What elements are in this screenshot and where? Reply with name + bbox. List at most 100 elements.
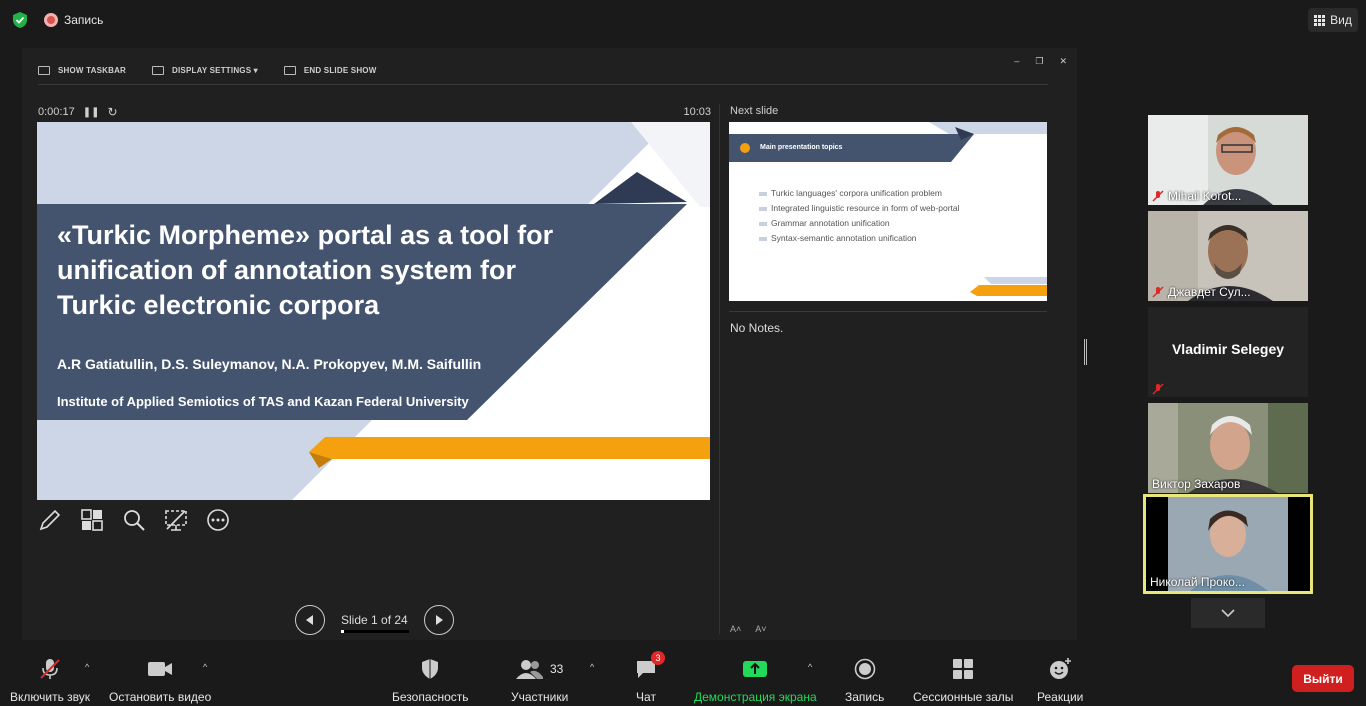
black-screen-icon[interactable]: [164, 508, 188, 532]
end-slide-show-button[interactable]: END SLIDE SHOW: [283, 66, 377, 75]
chat-unread-badge: 3: [651, 651, 665, 665]
restore-icon[interactable]: ❐: [1035, 56, 1043, 67]
slide-counter-text: Slide 1 of 24: [341, 613, 408, 627]
reset-timer-icon[interactable]: ↻: [107, 105, 117, 119]
elapsed-time: 0:00:17: [38, 106, 75, 118]
share-options-caret-icon[interactable]: ^: [808, 662, 812, 672]
stop-video-button[interactable]: Остановить видео: [109, 656, 211, 704]
security-button[interactable]: Безопасность: [392, 656, 469, 704]
unmute-label: Включить звук: [10, 690, 91, 704]
previous-slide-button[interactable]: [295, 605, 325, 635]
show-taskbar-label: SHOW TASKBAR: [58, 66, 127, 75]
more-options-icon[interactable]: [206, 508, 230, 532]
video-tile-active-speaker[interactable]: Николай Проко...: [1143, 494, 1313, 594]
participants-caret-icon[interactable]: ^: [590, 662, 594, 672]
participant-name-text: Джавдет Сул...: [1168, 285, 1251, 299]
next-slide-title: Main presentation topics: [760, 144, 843, 151]
next-arrow-icon: [435, 615, 443, 625]
slide-authors: A.R Gatiatullin, D.S. Suleymanov, N.A. P…: [57, 356, 482, 372]
video-options-caret-icon[interactable]: ^: [203, 662, 207, 672]
recording-label: Запись: [64, 13, 104, 27]
list-item: Turkic languages' corpora unification pr…: [759, 186, 960, 201]
security-shield-icon: [422, 659, 439, 679]
record-label: Запись: [845, 690, 885, 704]
muted-mic-icon: [1152, 286, 1164, 298]
video-tile[interactable]: Виктор Захаров: [1148, 403, 1308, 493]
video-tile[interactable]: Vladimir Selegey: [1148, 307, 1308, 397]
participants-icon: [515, 660, 543, 679]
presenter-toolbar: SHOW TASKBAR DISPLAY SETTINGS ▾ END SLID…: [38, 66, 376, 75]
next-slide-button[interactable]: [423, 605, 454, 635]
recording-indicator[interactable]: Запись: [44, 13, 103, 27]
show-taskbar-button[interactable]: SHOW TASKBAR: [38, 66, 126, 75]
increase-font-icon[interactable]: A˄: [730, 624, 741, 634]
breakout-rooms-label: Сессионные залы: [913, 690, 1014, 704]
video-camera-icon: [148, 662, 173, 676]
unmute-button[interactable]: Включить звук: [10, 656, 90, 704]
participant-name-text: Mihail Korot...: [1168, 189, 1242, 203]
participant-name: Джавдет Сул...: [1152, 285, 1251, 299]
zoom-icon[interactable]: [122, 508, 146, 532]
meeting-controls-bar: Включить звук ^ Остановить видео ^ Безоп…: [0, 646, 1366, 706]
notes-divider: [729, 311, 1047, 312]
encryption-shield-icon[interactable]: [11, 11, 29, 29]
muted-mic-icon: [40, 659, 60, 679]
chat-button[interactable]: 3 Чат: [635, 651, 665, 704]
participant-name: Николай Проко...: [1150, 575, 1245, 589]
taskbar-icon: [38, 66, 50, 75]
display-settings-label: DISPLAY SETTINGS ▾: [172, 66, 258, 75]
chat-label: Чат: [636, 690, 656, 704]
participants-count: 33: [549, 662, 564, 676]
timer-row: 0:00:17 ❚❚ ↻ 10:03: [38, 105, 711, 119]
split-handle[interactable]: [1084, 339, 1087, 365]
close-icon[interactable]: ✕: [1059, 56, 1067, 67]
see-all-slides-icon[interactable]: [80, 508, 104, 532]
grid-view-icon: [1314, 14, 1326, 26]
muted-mic-icon: [1152, 190, 1164, 202]
record-button[interactable]: Запись: [845, 656, 884, 704]
current-slide: «Turkic Morpheme» portal as a tool for u…: [37, 122, 710, 500]
slide-counter: Slide 1 of 24: [341, 613, 409, 633]
decrease-font-icon[interactable]: A˅: [755, 624, 766, 634]
chevron-down-icon: [1221, 609, 1235, 617]
video-tile[interactable]: Mihail Korot...: [1148, 115, 1308, 205]
next-slide-preview[interactable]: Main presentation topics Turkic language…: [729, 122, 1047, 301]
record-dot-icon: [44, 13, 58, 27]
audio-options-caret-icon[interactable]: ^: [85, 662, 89, 672]
participants-button[interactable]: 33 Участники: [511, 656, 568, 704]
slide-progress-fill: [341, 630, 344, 633]
scroll-participants-down-button[interactable]: [1191, 598, 1265, 628]
slide-institution: Institute of Applied Semiotics of TAS an…: [57, 394, 469, 409]
slide-tools: [38, 508, 230, 532]
video-tile[interactable]: Джавдет Сул...: [1148, 211, 1308, 301]
participants-label: Участники: [511, 690, 569, 704]
participant-name: Виктор Захаров: [1152, 477, 1240, 491]
reactions-label: Реакции: [1037, 690, 1084, 704]
pen-icon[interactable]: [38, 508, 62, 532]
top-bar: Запись Вид: [0, 0, 1366, 40]
participant-name: Mihail Korot...: [1152, 189, 1241, 203]
pane-divider[interactable]: [719, 104, 720, 634]
display-settings-button[interactable]: DISPLAY SETTINGS ▾: [152, 66, 258, 75]
minimize-icon[interactable]: –: [1014, 56, 1019, 67]
display-settings-icon: [152, 66, 165, 75]
stop-video-label: Остановить видео: [109, 690, 212, 704]
muted-mic-icon: [1152, 383, 1164, 395]
notes-font-controls: A˄ A˅: [730, 624, 767, 634]
speaker-notes: No Notes.: [730, 321, 784, 335]
slide-navigation: Slide 1 of 24: [295, 605, 454, 635]
view-button[interactable]: Вид: [1308, 8, 1358, 32]
next-slide-bullets: Turkic languages' corpora unification pr…: [759, 186, 960, 246]
leave-meeting-button[interactable]: Выйти: [1292, 665, 1354, 692]
security-label: Безопасность: [392, 690, 469, 704]
breakout-rooms-button[interactable]: Сессионные залы: [913, 656, 1013, 704]
share-screen-icon: [743, 661, 768, 677]
participant-name-placeholder: Vladimir Selegey: [1171, 341, 1285, 357]
reactions-button[interactable]: Реакции: [1037, 656, 1083, 704]
breakout-rooms-icon: [953, 659, 974, 679]
participant-name-text: Виктор Захаров: [1152, 477, 1241, 491]
pause-icon[interactable]: ❚❚: [83, 107, 100, 118]
list-item: Integrated linguistic resource in form o…: [759, 201, 960, 216]
list-item: Grammar annotation unification: [759, 216, 960, 231]
share-screen-button[interactable]: Демонстрация экрана: [694, 656, 817, 704]
